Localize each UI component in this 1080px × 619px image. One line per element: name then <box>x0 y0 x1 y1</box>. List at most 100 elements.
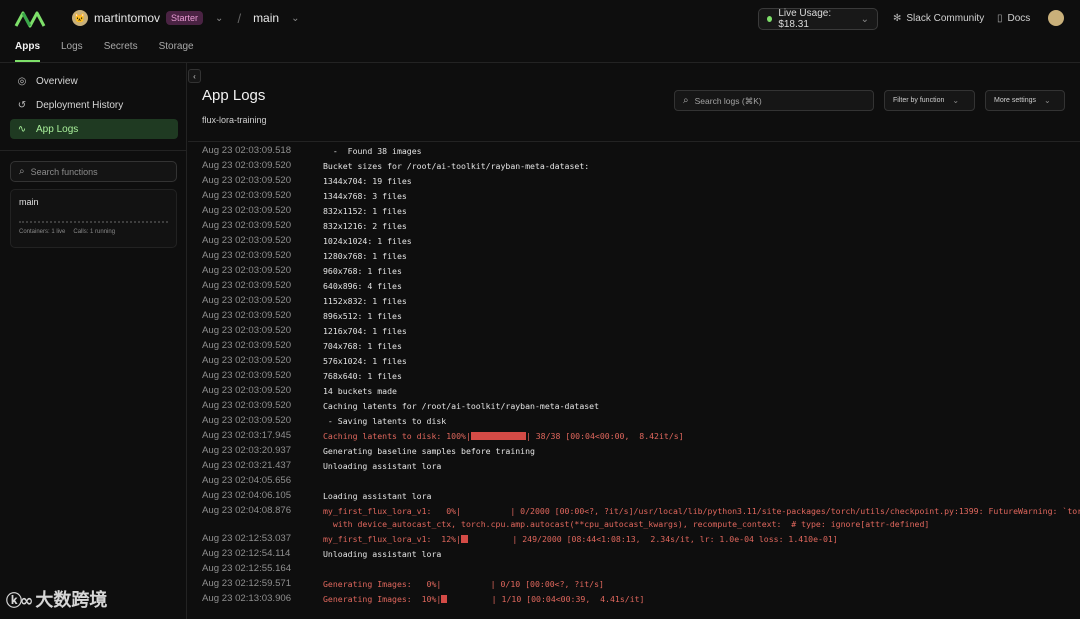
log-message: my_first_flux_lora_v1: 0%| | 0/2000 [00:… <box>323 506 1080 529</box>
log-message: Unloading assistant lora <box>323 461 442 471</box>
log-search-input[interactable] <box>694 95 865 106</box>
log-row: Aug 23 02:03:09.520 704x768: 1 files <box>202 340 402 353</box>
log-timestamp: Aug 23 02:03:09.520 <box>202 415 292 426</box>
docs-link[interactable]: ▯ Docs <box>997 13 1030 24</box>
watermark-logo-icon: ⓚ∞ <box>6 591 33 610</box>
log-message: 1216x704: 1 files <box>323 326 407 336</box>
live-status-dot <box>767 16 773 22</box>
log-message: 960x768: 1 files <box>323 266 402 276</box>
log-timestamp: Aug 23 02:13:03.906 <box>202 592 292 604</box>
log-row: Aug 23 02:04:05.656 <box>202 475 323 486</box>
log-row: Aug 23 02:03:09.520 1344x768: 3 files <box>202 190 407 203</box>
search-icon: ⌕ <box>19 166 25 177</box>
activity-icon: ∿ <box>17 123 27 135</box>
function-search-input[interactable] <box>30 166 161 177</box>
log-timestamp: Aug 23 02:03:09.520 <box>202 250 292 261</box>
function-search[interactable]: ⌕ <box>10 161 177 182</box>
log-message: 1344x704: 19 files <box>323 176 412 186</box>
log-message: 704x768: 1 files <box>323 341 402 351</box>
log-row: Aug 23 02:04:08.876 my_first_flux_lora_v1… <box>202 505 1080 530</box>
live-usage-button[interactable]: Live Usage: $18.31 ⌄ <box>758 8 878 30</box>
log-message: 768x640: 1 files <box>323 371 402 381</box>
log-message-prefix: Generating Images: 10%| <box>323 593 442 604</box>
workspace-selector[interactable]: 🐱 martintomov Starter ⌄ / main ⌄ <box>72 10 299 26</box>
history-icon: ↺ <box>17 99 27 111</box>
function-name: main <box>19 197 39 207</box>
log-timestamp: Aug 23 02:03:09.520 <box>202 160 292 171</box>
log-row: Aug 23 02:03:09.520 1344x704: 19 files <box>202 175 412 188</box>
more-settings-dropdown[interactable]: More settings ⌄ <box>985 90 1065 111</box>
live-usage-text: Live Usage: $18.31 <box>778 8 832 30</box>
tab-apps[interactable]: Apps <box>15 36 40 62</box>
logs-divider <box>188 141 1080 142</box>
sidebar-item-label: Deployment History <box>36 99 124 111</box>
main-tabs: Apps Logs Secrets Storage <box>0 36 215 62</box>
containers-count: Containers: 1 live <box>19 229 66 235</box>
log-row: Aug 23 02:03:09.520 - Saving latents to … <box>202 415 446 428</box>
main-panel: ‹ App Logs flux-lora-training ⌕ Filter b… <box>188 63 1080 619</box>
tab-secrets[interactable]: Secrets <box>104 36 138 62</box>
chevron-down-icon[interactable]: ⌄ <box>215 13 223 24</box>
chevron-down-icon[interactable]: ⌄ <box>291 13 299 24</box>
log-message: 832x1216: 2 files <box>323 221 407 231</box>
function-card[interactable]: main Containers: 1 live Calls: 1 running <box>10 189 177 248</box>
filter-label: Filter by function <box>893 97 945 104</box>
log-timestamp: Aug 23 02:03:09.520 <box>202 190 292 201</box>
workspace-avatar: 🐱 <box>72 10 88 26</box>
log-message: my_first_flux_lora_v1: 12%| | 249/2000 [… <box>323 533 838 546</box>
collapse-sidebar-button[interactable]: ‹ <box>188 69 201 83</box>
log-timestamp: Aug 23 02:03:09.520 <box>202 265 292 276</box>
slack-community-link[interactable]: ✻ Slack Community <box>893 13 984 24</box>
log-message: 832x1152: 1 files <box>323 206 407 216</box>
log-row: Aug 23 02:03:09.518 - Found 38 images <box>202 145 422 158</box>
chevron-down-icon: ⌄ <box>1044 96 1051 105</box>
chevron-left-icon: ‹ <box>193 71 196 81</box>
slack-community-label: Slack Community <box>906 13 985 24</box>
book-icon: ▯ <box>997 13 1003 24</box>
log-row: Aug 23 02:03:09.520 Caching latents for /… <box>202 400 599 413</box>
environment-name[interactable]: main <box>253 11 279 25</box>
log-timestamp: Aug 23 02:03:09.520 <box>202 220 292 231</box>
log-message: 896x512: 1 files <box>323 311 402 321</box>
tab-logs[interactable]: Logs <box>61 36 83 62</box>
user-avatar[interactable] <box>1048 10 1064 26</box>
filter-by-function-dropdown[interactable]: Filter by function ⌄ <box>884 90 975 111</box>
tab-storage[interactable]: Storage <box>159 36 194 62</box>
watermark: ⓚ∞ 大数跨境 <box>6 586 107 612</box>
modal-logo-icon[interactable] <box>14 9 48 29</box>
slack-icon: ✻ <box>893 13 902 24</box>
log-message: Generating Images: 10%| | 1/10 [00:04<00… <box>323 593 644 606</box>
log-message: 1152x832: 1 files <box>323 296 407 306</box>
log-row: Aug 23 02:03:09.520 Bucket sizes for /roo… <box>202 160 589 173</box>
page-title: App Logs <box>202 87 266 104</box>
log-message: Generating baseline samples before train… <box>323 446 535 456</box>
log-timestamp: Aug 23 02:03:09.520 <box>202 340 292 351</box>
log-row: Aug 23 02:04:06.105 Loading assistant lor… <box>202 490 431 503</box>
log-row: Aug 23 02:03:09.520 14 buckets made <box>202 385 397 398</box>
log-row: Aug 23 02:03:09.520 896x512: 1 files <box>202 310 402 323</box>
calls-count: Calls: 1 running <box>73 229 116 235</box>
log-timestamp: Aug 23 02:03:09.520 <box>202 355 292 366</box>
log-timestamp: Aug 23 02:03:09.520 <box>202 370 292 381</box>
sidebar-divider <box>0 150 187 151</box>
log-message: Generating Images: 0%| | 0/10 [00:00<?, … <box>323 578 604 589</box>
log-timestamp: Aug 23 02:12:55.164 <box>202 562 292 574</box>
log-row: Aug 23 02:03:09.520 576x1024: 1 files <box>202 355 407 368</box>
breadcrumb-separator: / <box>237 10 242 26</box>
log-row: Aug 23 02:03:09.520 1024x1024: 1 files <box>202 235 412 248</box>
log-timestamp: Aug 23 02:03:17.945 <box>202 430 292 441</box>
log-row: Aug 23 02:12:59.571 Generating Images: 0%… <box>202 578 604 591</box>
log-timestamp: Aug 23 02:03:09.520 <box>202 205 292 216</box>
sidebar-item-app-logs[interactable]: ∿ App Logs <box>10 119 178 139</box>
sidebar-item-overview[interactable]: ◎ Overview <box>10 71 178 91</box>
sidebar-item-deployment-history[interactable]: ↺ Deployment History <box>10 95 178 115</box>
log-message: - Saving latents to disk <box>323 416 447 426</box>
log-row: Aug 23 02:03:09.520 960x768: 1 files <box>202 265 402 278</box>
log-message-suffix: | 1/10 [00:04<00:39, 4.41s/it] <box>447 593 645 604</box>
log-timestamp: Aug 23 02:04:05.656 <box>202 475 292 486</box>
top-bar: 🐱 martintomov Starter ⌄ / main ⌄ Live Us… <box>0 0 1080 36</box>
log-search[interactable]: ⌕ <box>674 90 874 111</box>
log-row: Aug 23 02:03:09.520 832x1152: 1 files <box>202 205 407 218</box>
log-timestamp: Aug 23 02:03:09.520 <box>202 325 292 336</box>
log-timestamp: Aug 23 02:03:09.520 <box>202 400 292 411</box>
